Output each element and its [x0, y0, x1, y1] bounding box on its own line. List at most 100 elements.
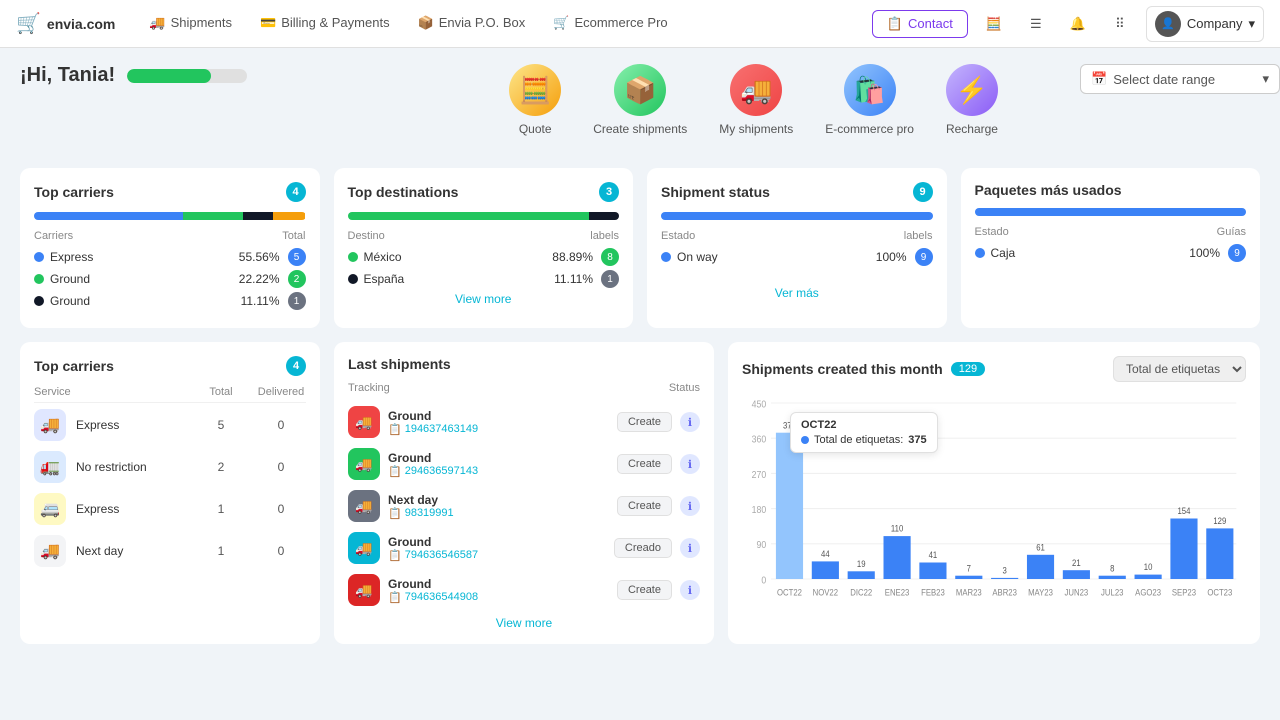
logo-text: envia.com — [47, 16, 115, 32]
svg-text:90: 90 — [757, 540, 767, 551]
date-picker[interactable]: 📅 Select date range ▾ — [1080, 64, 1280, 94]
list-item: 🚚 Ground 📋794636546587 Creado ℹ — [348, 532, 700, 564]
copy-icon: 📋 — [388, 423, 402, 436]
grid-icon[interactable]: ⠿ — [1104, 8, 1136, 40]
svg-text:MAR23: MAR23 — [956, 587, 982, 598]
info-icon-5[interactable]: ℹ — [680, 580, 700, 600]
svg-text:DIC22: DIC22 — [850, 587, 872, 598]
info-icon-2[interactable]: ℹ — [680, 454, 700, 474]
list-item: 🚚 Ground 📋794636544908 Create ℹ — [348, 574, 700, 606]
quote-icon: 🧮 — [509, 64, 561, 116]
bar-caja — [975, 208, 1247, 216]
progress-fill — [127, 69, 211, 83]
bar-jul23 — [1099, 576, 1126, 579]
quick-nav: 🧮 Quote 📦 Create shipments 🚚 My shipment… — [509, 64, 998, 136]
top-destinations-badge: 3 — [599, 182, 619, 202]
chevron-down-icon: ▾ — [1248, 16, 1255, 32]
svg-text:10: 10 — [1144, 562, 1153, 573]
my-shipments-icon: 🚚 — [730, 64, 782, 116]
bar-express — [34, 212, 183, 220]
quick-nav-recharge[interactable]: ⚡ Recharge — [946, 64, 998, 136]
bar-mar23 — [955, 576, 982, 579]
svg-text:44: 44 — [821, 549, 830, 560]
last-shipments-card: Last shipments Tracking Status 🚚 Ground … — [334, 342, 714, 644]
nav-billing[interactable]: 💳 Billing & Payments — [250, 0, 400, 48]
svg-text:SEP23: SEP23 — [1172, 587, 1196, 598]
info-icon-1[interactable]: ℹ — [680, 412, 700, 432]
create-button-3[interactable]: Create — [617, 496, 672, 516]
info-icon-3[interactable]: ℹ — [680, 496, 700, 516]
ground-icon-2: 🚚 — [348, 448, 380, 480]
copy-icon: 📋 — [388, 549, 402, 562]
nav-pobox[interactable]: 📦 Envia P.O. Box — [408, 0, 536, 48]
ground-icon-1: 🚚 — [348, 406, 380, 438]
ecommerce-icon: 🛒 — [553, 15, 569, 31]
svg-text:0: 0 — [761, 575, 766, 586]
shipment-status-table-header: Estado labels — [661, 230, 933, 242]
table-row: Express 55.56% 5 — [34, 248, 306, 266]
bell-icon[interactable]: 🔔 — [1062, 8, 1094, 40]
top-carriers-bottom-badge: 4 — [286, 356, 306, 376]
logo[interactable]: 🛒 envia.com — [16, 11, 115, 36]
table-row: México 88.89% 8 — [348, 248, 620, 266]
bar-jun23 — [1063, 570, 1090, 579]
service-rows: 🚚 Express 5 0 🚛 No restriction 2 0 🚐 Exp… — [34, 409, 306, 567]
ground-icon-4: 🚚 — [348, 532, 380, 564]
company-button[interactable]: 👤 Company ▾ — [1146, 6, 1264, 42]
svg-text:JUN23: JUN23 — [1065, 587, 1089, 598]
svg-text:270: 270 — [752, 469, 767, 480]
ver-mas-status[interactable]: Ver más — [661, 286, 933, 300]
calculator-icon[interactable]: 🧮 — [978, 8, 1010, 40]
table-row: España 11.11% 1 — [348, 270, 620, 288]
bar-ground2 — [243, 212, 273, 220]
bottom-row: Top carriers 4 Service Total Delivered 🚚… — [20, 342, 1260, 644]
nav-shipments[interactable]: 🚚 Shipments — [139, 0, 242, 48]
copy-icon: 📋 — [388, 507, 402, 520]
top-carriers-badge: 4 — [286, 182, 306, 202]
paquetes-bar — [975, 208, 1247, 216]
shipment-status-header: Shipment status 9 — [661, 182, 933, 202]
contact-button[interactable]: 📋 Contact — [872, 10, 968, 38]
bar-feb23 — [919, 563, 946, 580]
ecommerce-pro-icon: 🛍️ — [844, 64, 896, 116]
greeting-row: ¡Hi, Tania! — [20, 64, 247, 87]
quick-nav-ecomm[interactable]: 🛍️ E-commerce pro — [825, 64, 914, 136]
bar-may23 — [1027, 555, 1054, 579]
badge: 1 — [288, 292, 306, 310]
nextday-icon: 🚚 — [34, 535, 66, 567]
chart-dropdown[interactable]: Total de etiquetas — [1113, 356, 1246, 382]
create-button-5[interactable]: Create — [617, 580, 672, 600]
quick-nav-myshipments[interactable]: 🚚 My shipments — [719, 64, 793, 136]
paquetes-table-header: Estado Guías — [975, 226, 1247, 238]
top-destinations-bar — [348, 212, 620, 220]
main-content: ¡Hi, Tania! 🧮 Quote 📦 Create shipments 🚚 — [0, 48, 1280, 660]
svg-text:OCT23: OCT23 — [1207, 587, 1232, 598]
svg-text:8: 8 — [1110, 563, 1115, 574]
calendar-icon: 📅 — [1091, 71, 1107, 87]
bar-oct22 — [776, 433, 803, 579]
view-more-shipments[interactable]: View more — [348, 616, 700, 630]
top-destinations-card: Top destinations 3 Destino labels México… — [334, 168, 634, 328]
navbar-right: 📋 Contact 🧮 ☰ 🔔 ⠿ 👤 Company ▾ — [872, 6, 1264, 42]
view-more-destinations[interactable]: View more — [348, 292, 620, 306]
quick-nav-quote[interactable]: 🧮 Quote — [509, 64, 561, 136]
bar-nov22 — [812, 561, 839, 579]
shipment-status-badge: 9 — [913, 182, 933, 202]
copy-icon: 📋 — [388, 591, 402, 604]
top-carriers-table-header: Carriers Total — [34, 230, 306, 242]
nav-ecommerce[interactable]: 🛒 Ecommerce Pro — [543, 0, 677, 48]
table-row: Ground 11.11% 1 — [34, 292, 306, 310]
table-icon[interactable]: ☰ — [1020, 8, 1052, 40]
list-item: 🚚 Express 5 0 — [34, 409, 306, 441]
pobox-icon: 📦 — [418, 15, 434, 31]
create-button-2[interactable]: Create — [617, 454, 672, 474]
paquetes-header: Paquetes más usados — [975, 182, 1247, 198]
top-carriers-header: Top carriers 4 — [34, 182, 306, 202]
create-button-1[interactable]: Create — [617, 412, 672, 432]
info-icon-4[interactable]: ℹ — [680, 538, 700, 558]
bar-ago23 — [1135, 575, 1162, 579]
list-item: 🚚 Ground 📋194637463149 Create ℹ — [348, 406, 700, 438]
creado-button-4[interactable]: Creado — [614, 538, 672, 558]
table-row: Ground 22.22% 2 — [34, 270, 306, 288]
quick-nav-create[interactable]: 📦 Create shipments — [593, 64, 687, 136]
